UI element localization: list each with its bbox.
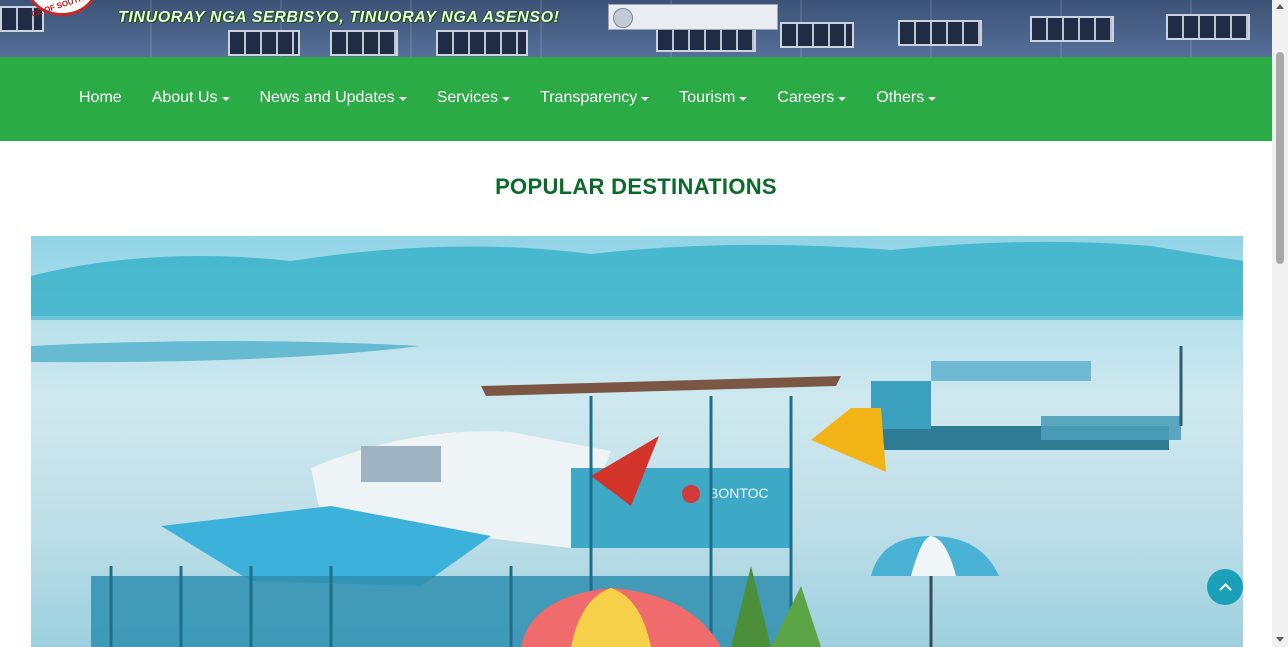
nav-item-others[interactable]: Others — [861, 88, 951, 108]
nav-item-tourism[interactable]: Tourism — [664, 88, 762, 108]
nav-item-services[interactable]: Services — [422, 88, 525, 108]
scroll-up-arrow-icon[interactable] — [1276, 4, 1284, 9]
nav-list: Home About Us News and Updates Services … — [64, 88, 951, 108]
caret-down-icon — [641, 96, 650, 101]
destination-hero-image[interactable]: BONTOC — [31, 236, 1243, 647]
seal-icon — [613, 8, 633, 28]
nav-item-transparency[interactable]: Transparency — [525, 88, 664, 108]
building-window — [780, 22, 854, 48]
building-window — [898, 20, 982, 46]
nav-item-label: Others — [876, 89, 925, 106]
scroll-down-arrow-icon[interactable] — [1276, 637, 1284, 642]
caret-down-icon — [502, 96, 511, 101]
page-scrollbar[interactable] — [1272, 0, 1288, 647]
caret-down-icon — [838, 96, 847, 101]
nav-item-label: Careers — [777, 89, 835, 106]
nav-item-about-us[interactable]: About Us — [137, 88, 245, 108]
nav-item-label: About Us — [151, 89, 218, 106]
caret-down-icon — [398, 96, 407, 101]
caret-down-icon — [928, 96, 937, 101]
header-banner: CE OF SOUTHER TINUORAY NGA SERBISYO, TIN… — [0, 0, 1272, 57]
building-window — [1030, 16, 1114, 42]
chevron-up-icon — [1218, 582, 1232, 596]
main-nav: Home About Us News and Updates Services … — [0, 57, 1272, 141]
building-window — [436, 30, 528, 56]
nav-item-home[interactable]: Home — [64, 88, 137, 108]
caret-down-icon — [739, 96, 748, 101]
nav-item-news-and-updates[interactable]: News and Updates — [245, 88, 422, 108]
lake-scene-illustration: BONTOC — [31, 241, 1243, 647]
caret-down-icon — [221, 96, 230, 101]
section-heading: POPULAR DESTINATIONS — [495, 174, 777, 199]
nav-item-label: News and Updates — [259, 89, 395, 106]
nav-item-careers[interactable]: Careers — [762, 88, 861, 108]
building-window — [228, 30, 300, 56]
building-sign — [608, 4, 778, 30]
nav-item-label: Home — [79, 89, 122, 106]
hero-sign-text: BONTOC — [709, 485, 769, 501]
nav-item-label: Tourism — [679, 89, 736, 106]
building-window — [330, 30, 398, 56]
site-motto: TINUORAY NGA SERBISYO, TINUORAY NGA ASEN… — [118, 9, 560, 26]
back-to-top-button[interactable] — [1207, 569, 1243, 605]
nav-item-label: Transparency — [540, 89, 638, 106]
building-window — [1166, 14, 1250, 40]
scrollbar-thumb[interactable] — [1276, 52, 1284, 264]
nav-item-label: Services — [436, 89, 499, 106]
